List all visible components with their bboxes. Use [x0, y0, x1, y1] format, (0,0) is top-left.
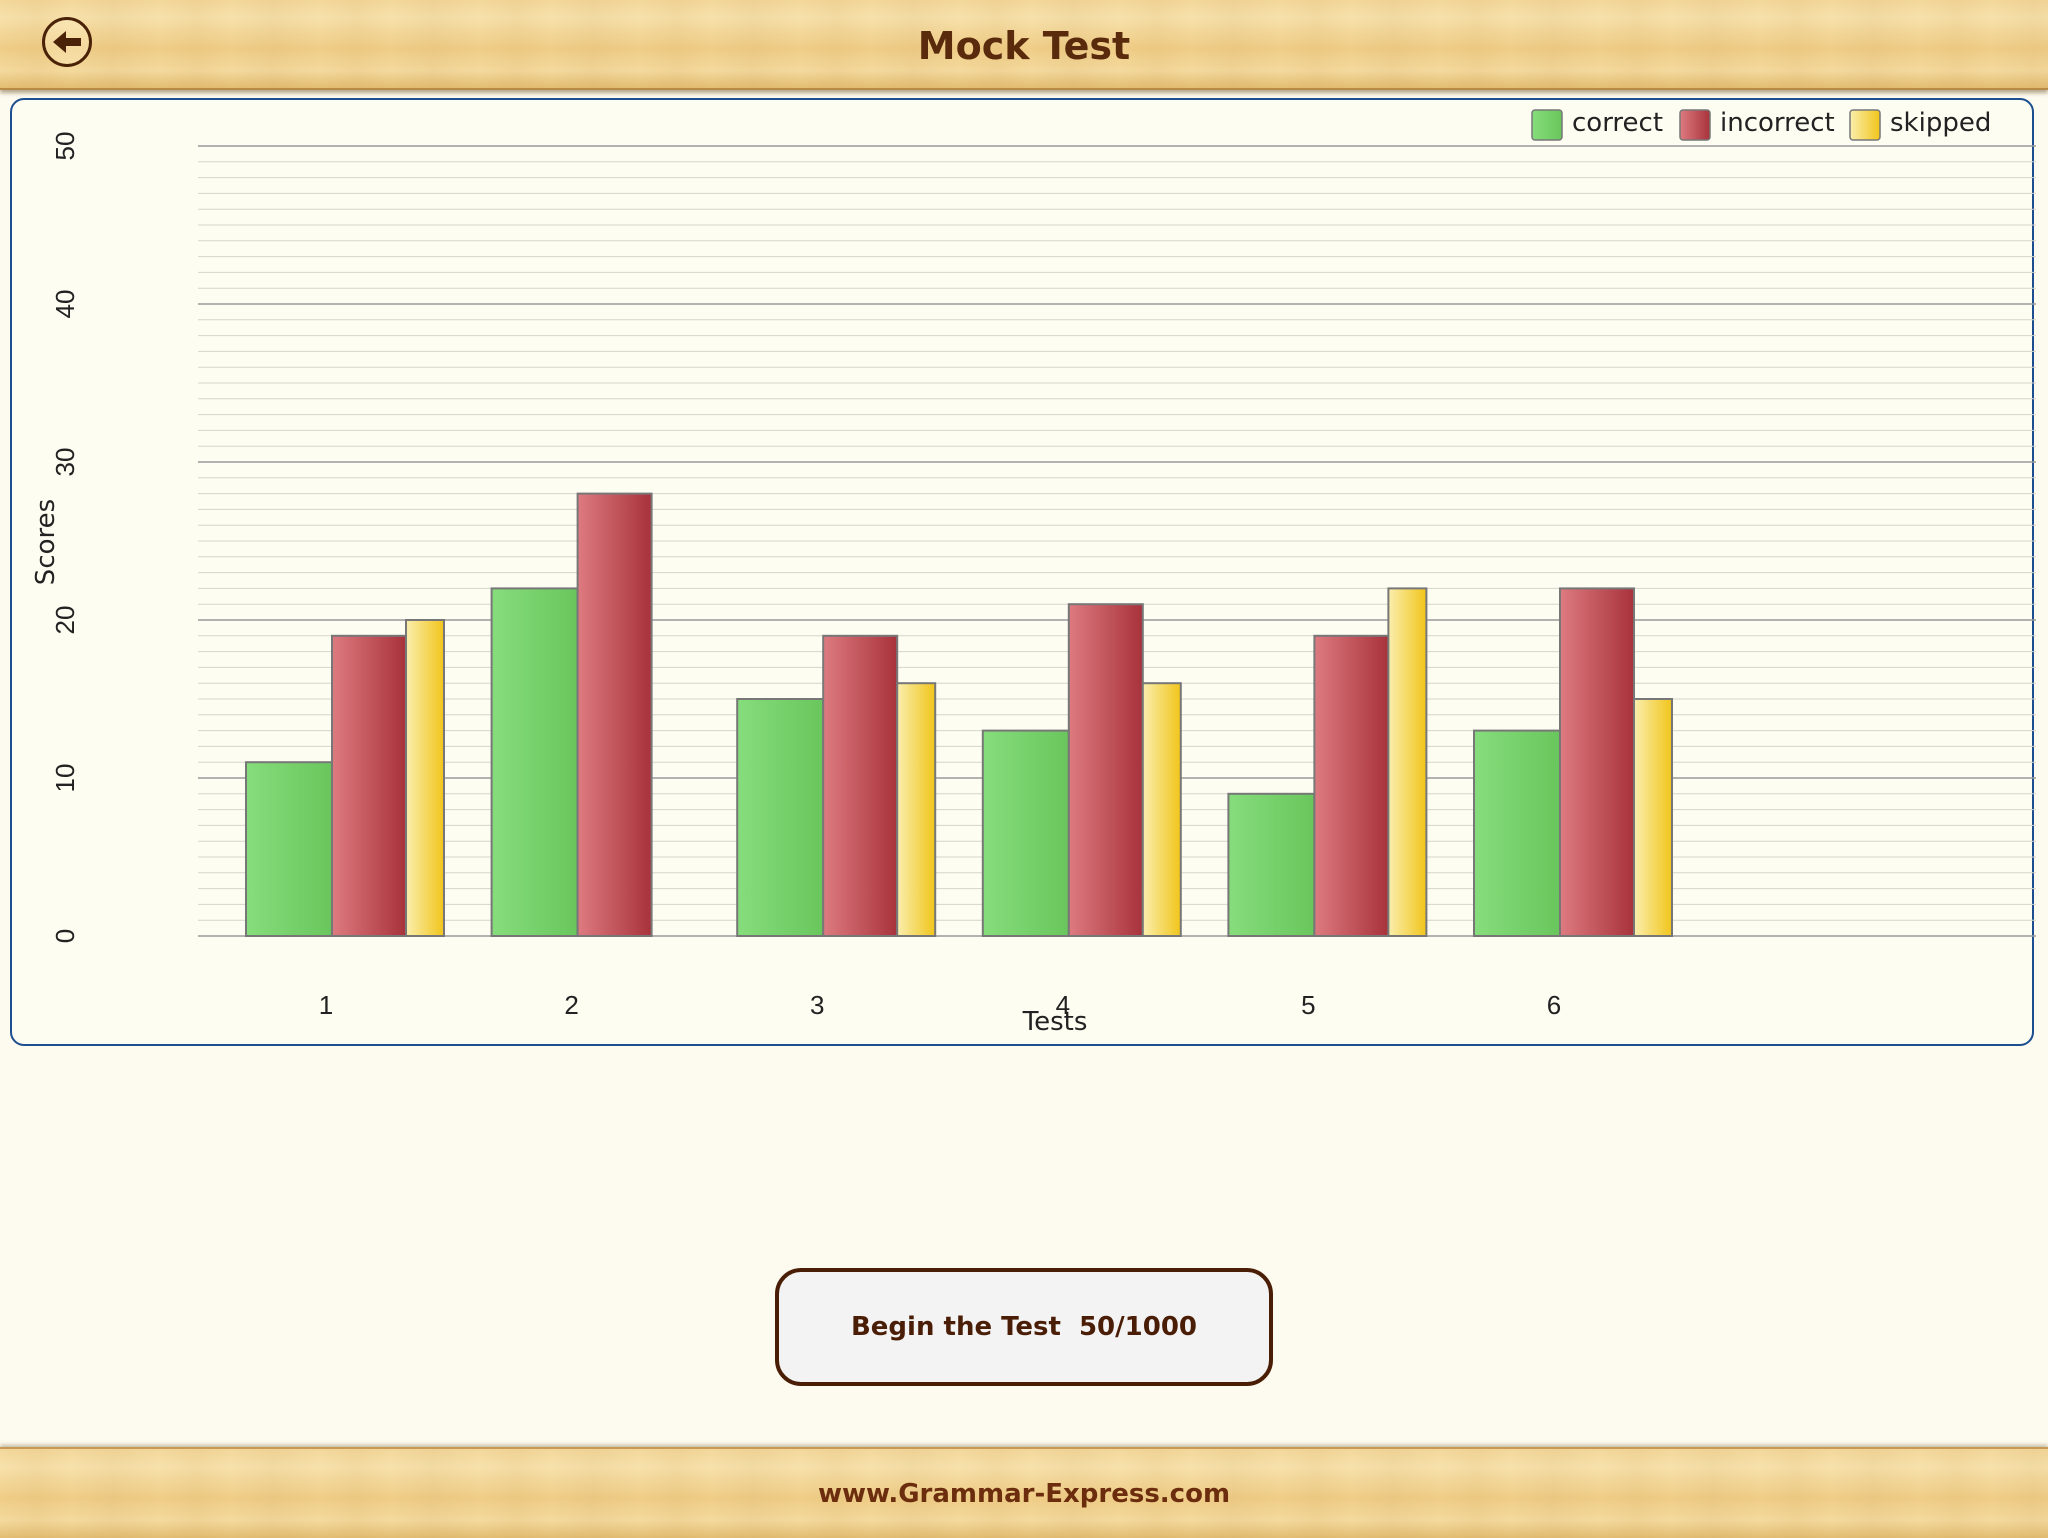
website-link[interactable]: www.Grammar-Express.com	[0, 1479, 2048, 1509]
legend-label-correct: correct	[1572, 108, 1663, 138]
bar-correct-test-4	[981, 729, 1070, 937]
y-tick-label: 10	[50, 764, 80, 793]
x-tick-label: 2	[564, 990, 578, 1020]
bar-correct-test-5	[1227, 792, 1316, 937]
score-chart: 01020304050Scores1 2 3 4 5 6Tests correct inco…	[31, 108, 2036, 1037]
header-bar: Mock Test	[0, 0, 2048, 90]
footer-bar: www.Grammar-Express.com	[0, 1447, 2048, 1538]
bar-skipped-test-5	[1387, 587, 1428, 937]
y-tick-label: 0	[50, 929, 80, 943]
legend-label-incorrect: incorrect	[1720, 108, 1835, 138]
bar-incorrect-test-1	[331, 634, 407, 937]
legend-swatch-skipped	[1849, 109, 1881, 141]
bar-incorrect-test-2	[576, 492, 653, 937]
x-tick-label: 3	[810, 990, 824, 1020]
begin-test-label: Begin the Test	[850, 1312, 1061, 1342]
bar-incorrect-test-6	[1559, 587, 1635, 937]
y-axis-label: Scores	[31, 499, 61, 585]
y-tick-label: 30	[50, 448, 80, 477]
x-tick-label: 6	[1547, 990, 1561, 1020]
bar-correct-test-6	[1473, 729, 1561, 937]
legend-swatch-correct	[1531, 109, 1563, 141]
page-title: Mock Test	[917, 24, 1131, 68]
bar-incorrect-test-5	[1313, 634, 1390, 937]
bar-incorrect-test-4	[1067, 603, 1144, 937]
y-tick-label: 20	[50, 606, 80, 635]
y-tick-label: 40	[50, 290, 80, 319]
x-tick-label: 1	[319, 990, 333, 1020]
legend-swatch-incorrect	[1679, 109, 1711, 141]
bar-correct-test-1	[245, 761, 333, 938]
bar-incorrect-test-3	[822, 634, 899, 937]
legend-label-skipped: skipped	[1890, 108, 1991, 138]
bar-skipped-test-3	[896, 682, 937, 938]
bar-skipped-test-4	[1141, 682, 1182, 938]
x-tick-label: 5	[1301, 990, 1315, 1020]
test-progress-count: 50/1000	[1078, 1312, 1198, 1342]
begin-test-button[interactable]: Begin the Test 50/1000	[775, 1268, 1273, 1386]
chart-panel: 0 10 20 30 40 50 Scores 1 2 3 4 5 6 Tests correct inco…	[10, 98, 2036, 1046]
bar-correct-test-3	[736, 698, 825, 937]
bar-skipped-test-1	[405, 619, 445, 937]
bar-skipped-test-6	[1633, 698, 1673, 937]
y-tick-label: 50	[50, 132, 80, 161]
bar-correct-test-2	[490, 587, 579, 937]
x-axis-label: Tests	[1022, 1007, 1088, 1037]
